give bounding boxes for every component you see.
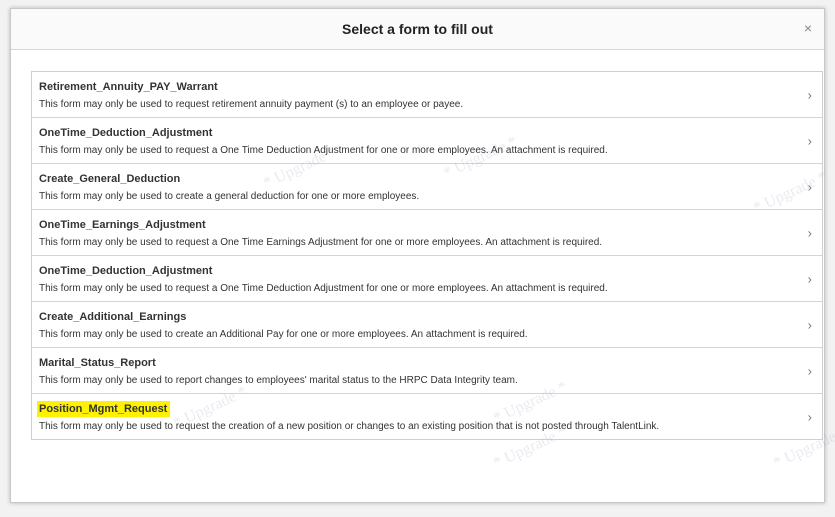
form-description: This form may only be used to report cha… <box>39 375 518 386</box>
form-name: Create_Additional_Earnings <box>39 311 187 323</box>
form-list: Retirement_Annuity_PAY_Warrant This form … <box>31 71 823 440</box>
form-name: Position_Mgmt_Request <box>37 401 171 417</box>
chevron-right-icon: › <box>807 225 812 240</box>
chevron-right-icon: › <box>807 317 812 332</box>
chevron-right-icon: › <box>807 87 812 102</box>
form-list-item[interactable]: Create_Additional_Earnings This form may … <box>32 302 822 348</box>
chevron-right-icon: › <box>807 363 812 378</box>
form-list-item[interactable]: Retirement_Annuity_PAY_Warrant This form … <box>32 72 822 118</box>
chevron-right-icon: › <box>807 409 812 424</box>
form-list-item[interactable]: OneTime_Deduction_Adjustment This form ma… <box>32 256 822 302</box>
chevron-right-icon: › <box>807 179 812 194</box>
form-name: Retirement_Annuity_PAY_Warrant <box>39 81 218 93</box>
form-name: Marital_Status_Report <box>39 357 156 369</box>
chevron-right-icon: › <box>807 133 812 148</box>
form-name: OneTime_Earnings_Adjustment <box>39 219 206 231</box>
dialog-title: Select a form to fill out <box>342 21 493 37</box>
form-description: This form may only be used to request a … <box>39 145 608 156</box>
form-description: This form may only be used to create a g… <box>39 191 420 202</box>
chevron-right-icon: › <box>807 271 812 286</box>
form-description: This form may only be used to create an … <box>39 329 528 340</box>
form-description: This form may only be used to request a … <box>39 237 603 248</box>
form-name: OneTime_Deduction_Adjustment <box>39 127 213 139</box>
form-list-item[interactable]: OneTime_Deduction_Adjustment This form ma… <box>32 118 822 164</box>
form-name: Create_General_Deduction <box>39 173 181 185</box>
form-list-item[interactable]: Create_General_Deduction This form may on… <box>32 164 822 210</box>
select-form-dialog: Select a form to fill out × Retirement_A… <box>10 8 835 503</box>
form-list-item[interactable]: Position_Mgmt_Request This form may only … <box>32 394 822 439</box>
form-list-item[interactable]: OneTime_Earnings_Adjustment This form may… <box>32 210 822 256</box>
dialog-header: Select a form to fill out × <box>11 9 824 50</box>
close-icon[interactable]: × <box>798 18 818 38</box>
form-description: This form may only be used to request th… <box>39 421 660 432</box>
form-description: This form may only be used to request re… <box>39 99 464 110</box>
form-list-item[interactable]: Marital_Status_Report This form may only … <box>32 348 822 394</box>
form-description: This form may only be used to request a … <box>39 283 608 294</box>
form-name: OneTime_Deduction_Adjustment <box>39 265 213 277</box>
